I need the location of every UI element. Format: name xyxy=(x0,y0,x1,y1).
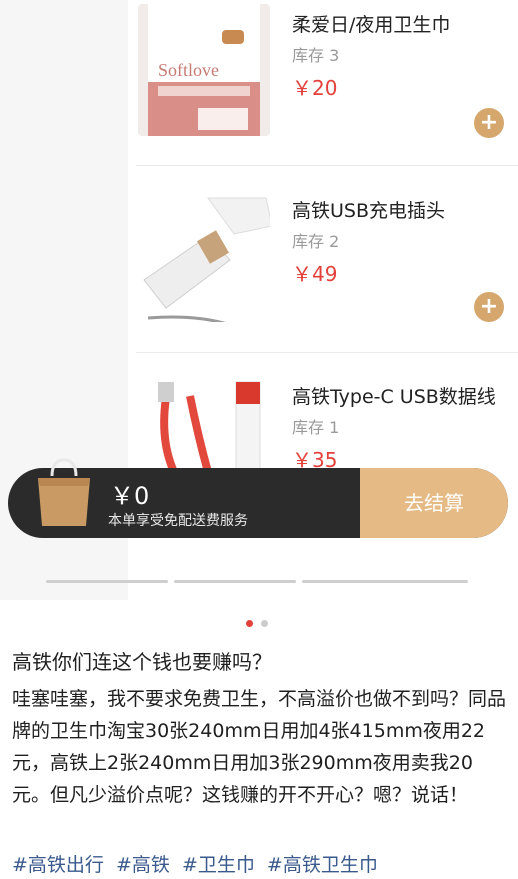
shopping-bag-icon[interactable] xyxy=(32,456,96,528)
post-body: 哇塞哇塞，我不要求免费卫生，不高溢价也做不到吗？同品牌的卫生巾淘宝30张240m… xyxy=(12,688,507,806)
product-item[interactable]: Softlove 柔爱日/夜用卫生巾 库存 3 ￥20 + xyxy=(128,0,518,180)
carousel-dot[interactable] xyxy=(261,620,269,627)
product-stock: 库存 1 xyxy=(292,418,340,437)
cart-total: ￥0 xyxy=(110,482,150,510)
product-stock: 库存 2 xyxy=(292,232,340,251)
add-to-cart-button[interactable]: + xyxy=(474,292,504,322)
product-name: 柔爱日/夜用卫生巾 xyxy=(292,14,451,36)
hashtag-link[interactable]: #高铁卫生巾 xyxy=(267,854,378,876)
product-price: ￥49 xyxy=(292,262,338,286)
hashtag-link[interactable]: #高铁出行 xyxy=(12,854,104,876)
product-item[interactable]: 高铁USB充电插头 库存 2 ￥49 + xyxy=(128,186,518,366)
hashtag-link[interactable]: #卫生巾 xyxy=(182,854,255,876)
add-to-cart-button[interactable]: + xyxy=(474,108,504,138)
scroll-indicator xyxy=(174,580,296,583)
checkout-button[interactable]: 去结算 xyxy=(360,468,508,538)
scroll-indicator xyxy=(302,580,468,583)
product-name: 高铁Type-C USB数据线 xyxy=(292,386,496,408)
product-stock: 库存 3 xyxy=(292,46,340,65)
hashtag-link[interactable]: #高铁 xyxy=(116,854,170,876)
product-image: Softlove xyxy=(138,4,270,136)
scroll-indicator xyxy=(46,580,168,583)
product-brand-text: Softlove xyxy=(158,60,219,80)
divider xyxy=(136,352,518,353)
product-name: 高铁USB充电插头 xyxy=(292,200,446,222)
screenshot-image: Softlove 柔爱日/夜用卫生巾 库存 3 ￥20 + 高铁USB充电插头 … xyxy=(0,0,518,600)
post-tags: #高铁出行 #高铁 #卫生巾 #高铁卫生巾 xyxy=(12,850,384,877)
product-price: ￥20 xyxy=(292,76,338,100)
product-image xyxy=(138,190,270,322)
divider xyxy=(136,165,518,166)
post-title: 高铁你们连这个钱也要赚吗？ xyxy=(12,650,272,674)
delivery-note: 本单享受免配送费服务 xyxy=(108,513,248,529)
carousel-pagination xyxy=(246,612,271,631)
carousel-dot-active[interactable] xyxy=(246,620,253,627)
